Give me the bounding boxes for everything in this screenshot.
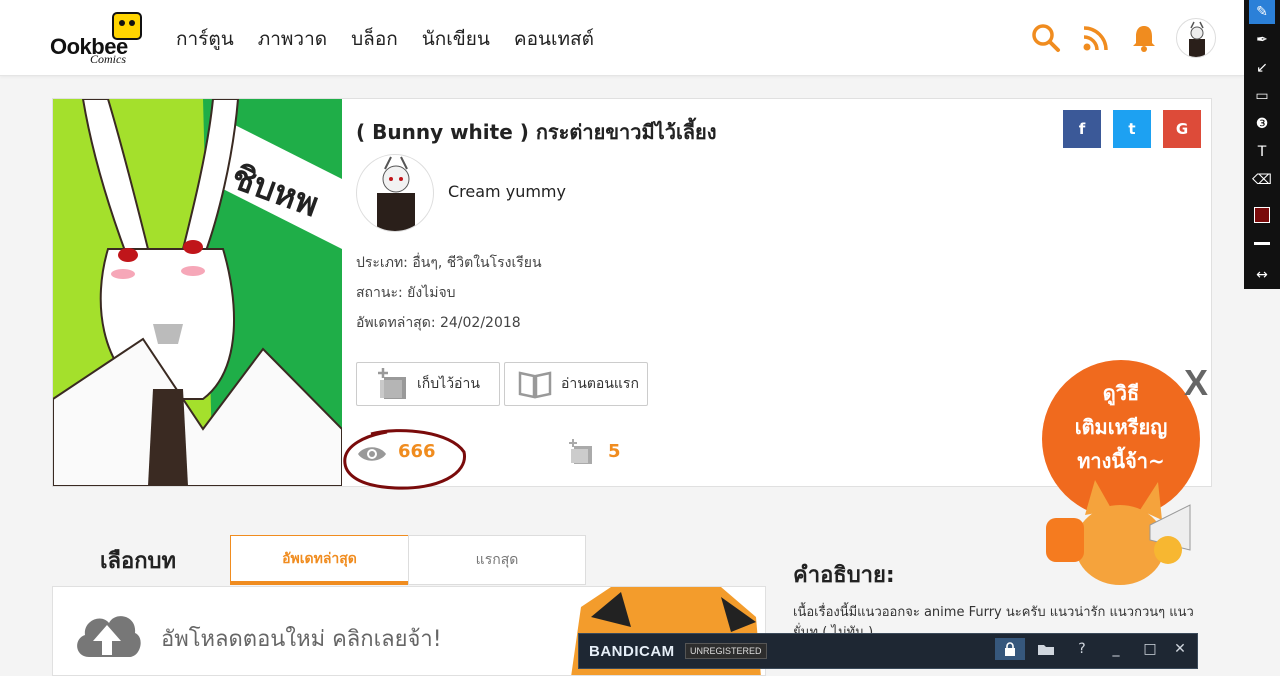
nav-item-writers[interactable]: นักเขียน (422, 24, 490, 54)
folder-icon[interactable] (1031, 638, 1061, 660)
twitter-icon: t (1128, 120, 1136, 138)
cat-mascot-icon (1046, 480, 1191, 585)
annotation-toolbar: ✎ ✒ ↙ ▭ ❸ T ⌫ ↔ (1244, 0, 1280, 289)
promo-close-button[interactable]: X (1184, 362, 1208, 404)
bell-icon[interactable] (1128, 22, 1160, 54)
read-first-label: อ่านตอนแรก (561, 376, 639, 392)
search-icon[interactable] (1030, 22, 1062, 54)
rectangle-tool-icon[interactable]: ▭ (1249, 84, 1275, 108)
minimize-button[interactable]: _ (1101, 638, 1131, 660)
facebook-share-button[interactable]: f (1063, 110, 1101, 148)
book-cover-image[interactable]: ชิบหพ (53, 99, 342, 486)
chapter-section-title: เลือกบท (100, 549, 177, 574)
cloud-upload-icon (77, 616, 141, 657)
top-navbar: Ookbee Comics การ์ตูน ภาพวาด บล็อก นักเข… (0, 0, 1244, 76)
book-title: ( Bunny white ) กระต่ายขาวมีไว้เลี้ยง (356, 120, 717, 144)
close-button[interactable]: ✕ (1165, 638, 1195, 660)
line-width-icon[interactable] (1249, 231, 1275, 255)
expand-toolbar-icon[interactable]: ↔ (1249, 263, 1275, 287)
nav-item-contest[interactable]: คอนเทสต์ (514, 24, 594, 54)
user-avatar[interactable] (1176, 18, 1216, 58)
bandicam-recorder-bar: BANDICAM UNREGISTERED ? _ □ ✕ (578, 633, 1198, 669)
text-tool-icon[interactable]: T (1249, 140, 1275, 164)
tab-first[interactable]: แรกสุด (408, 535, 586, 585)
hand-drawn-circle-annotation (343, 429, 466, 490)
google-icon: G (1175, 120, 1189, 138)
book-updated: อัพเดทล่าสุด: 24/02/2018 (356, 315, 521, 331)
author-name[interactable]: Cream yummy (448, 182, 566, 201)
promo-line-2: เติมเหรียญ (1074, 415, 1168, 439)
upload-prompt-text: อัพโหลดตอนใหม่ คลิกเลยจ้า! (161, 627, 442, 652)
unregistered-badge: UNREGISTERED (685, 643, 767, 659)
bandicam-logo: BANDICAM (589, 643, 675, 660)
bookmark-count: 5 (608, 441, 621, 462)
book-icon (518, 371, 552, 399)
logo-subtext: Comics (90, 52, 126, 66)
top-icons (1024, 18, 1244, 58)
description-title: คำอธิบาย: (793, 563, 895, 588)
bookmark-label: เก็บไว้อ่าน (417, 376, 480, 392)
book-category: ประเภท: อื่นๆ, ชีวิตในโรงเรียน (356, 255, 542, 271)
bookmark-button[interactable]: เก็บไว้อ่าน (356, 362, 500, 406)
arrow-tool-icon[interactable]: ↙ (1249, 56, 1275, 80)
rss-icon[interactable] (1080, 22, 1112, 54)
numbering-tool-icon[interactable]: ❸ (1249, 112, 1275, 136)
marker-tool-icon[interactable]: ✒ (1249, 28, 1275, 52)
read-first-chapter-button[interactable]: อ่านตอนแรก (504, 362, 648, 406)
nav-item-blog[interactable]: บล็อก (351, 24, 398, 54)
twitter-share-button[interactable]: t (1113, 110, 1151, 148)
eraser-tool-icon[interactable]: ⌫ (1249, 168, 1275, 192)
bookmark-count-icon (569, 439, 592, 464)
main-nav: การ์ตูน ภาพวาด บล็อก นักเขียน คอนเทสต์ (176, 24, 618, 54)
author-avatar[interactable] (356, 154, 434, 232)
ookbee-comics-logo[interactable]: Ookbee Comics (50, 12, 146, 66)
tab-latest[interactable]: อัพเดทล่าสุด (230, 535, 409, 585)
google-share-button[interactable]: G (1163, 110, 1201, 148)
book-status: สถานะ: ยังไม่จบ (356, 285, 456, 301)
pen-tool-icon[interactable]: ✎ (1249, 0, 1275, 24)
nav-item-cartoon[interactable]: การ์ตูน (176, 24, 234, 54)
add-bookmark-icon (378, 368, 406, 399)
promo-line-1: ดูวิธี (1102, 381, 1140, 405)
maximize-button[interactable]: □ (1135, 638, 1165, 660)
color-picker-icon[interactable] (1249, 203, 1275, 227)
nav-item-illustration[interactable]: ภาพวาด (258, 24, 327, 54)
help-button[interactable]: ? (1067, 638, 1097, 660)
facebook-icon: f (1078, 120, 1086, 138)
lock-icon[interactable] (995, 638, 1025, 660)
book-info-card: ชิบหพ ( Bunny white ) กระต่ายขาวมีไว้เลี… (52, 98, 1212, 490)
